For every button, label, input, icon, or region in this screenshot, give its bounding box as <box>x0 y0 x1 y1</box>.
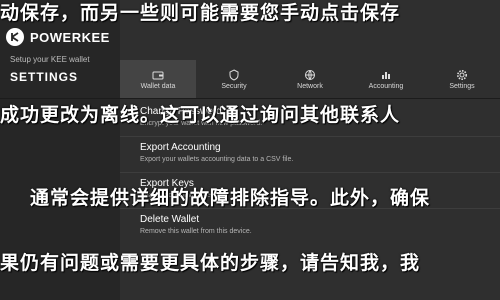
overlay-text-line-3: 通常会提供详细的故障排除指导。此外，确保 <box>30 187 431 209</box>
export-accounting-section[interactable]: Export Accounting Export your wallets ac… <box>120 142 500 163</box>
section-divider <box>120 136 500 137</box>
section-desc: Remove this wallet from this device. <box>140 228 252 235</box>
brand-name: POWERKEE <box>30 29 110 45</box>
tab-security[interactable]: Security <box>196 60 272 98</box>
page-title: SETTINGS <box>10 70 79 84</box>
tab-divider <box>0 98 500 99</box>
tab-network[interactable]: Network <box>272 60 348 98</box>
tab-label: Accounting <box>368 82 404 90</box>
section-title: Delete Wallet <box>140 214 200 225</box>
tab-settings[interactable]: Settings <box>424 60 500 98</box>
settings-tabs: Wallet data Security Network Accounting <box>120 60 500 98</box>
overlay-text-line-2: 成功更改为离线。这可以通过询问其他联系人 <box>0 104 401 126</box>
delete-wallet-section[interactable]: Delete Wallet Remove this wallet from th… <box>120 214 500 235</box>
section-desc: Export your wallets accounting data to a… <box>140 156 294 163</box>
overlay-text-line-1: 动保存，而另一些则可能需要您手动点击保存 <box>0 2 401 24</box>
tab-label: Security <box>221 82 247 90</box>
section-divider <box>120 172 500 173</box>
tab-wallet-data[interactable]: Wallet data <box>120 60 196 98</box>
page-subtitle: Setup your KEE wallet <box>10 55 90 64</box>
tab-label: Settings <box>449 82 475 90</box>
wallet-icon <box>152 71 164 79</box>
tab-accounting[interactable]: Accounting <box>348 60 424 98</box>
powerkee-logo-icon <box>6 28 24 46</box>
gear-icon <box>457 69 467 80</box>
chart-icon <box>382 71 390 79</box>
tab-label: Network <box>297 82 323 90</box>
brand-logo: POWERKEE <box>6 28 110 46</box>
overlay-text-line-4: 果仍有问题或需要更具体的步骤，请告知我，我 <box>0 252 421 274</box>
section-title: Export Accounting <box>140 142 221 153</box>
network-icon <box>305 69 315 80</box>
tab-label: Wallet data <box>140 82 176 90</box>
shield-icon <box>229 68 239 81</box>
